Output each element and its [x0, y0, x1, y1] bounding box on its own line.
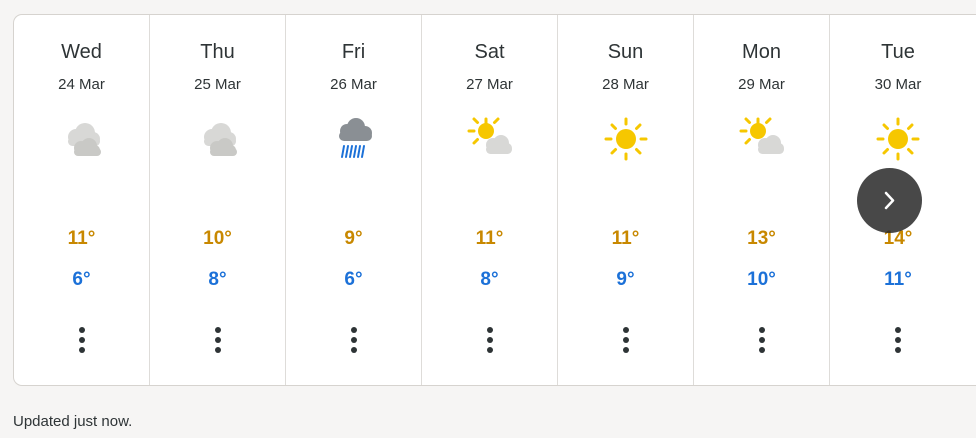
high-temperature: 11°	[67, 228, 96, 249]
sunny-icon	[876, 117, 920, 161]
more-vertical-icon[interactable]	[344, 325, 364, 355]
day-name: Thu	[200, 41, 235, 63]
forecast-day-wed: Wed 24 Mar 11° 6°	[14, 15, 150, 385]
forecast-day-fri: Fri 26 Mar 9° 6°	[286, 15, 422, 385]
forecast-day-mon: Mon 29 Mar 13° 10°	[694, 15, 830, 385]
more-vertical-icon[interactable]	[480, 325, 500, 355]
more-vertical-icon[interactable]	[72, 325, 92, 355]
partly-sunny-icon	[739, 117, 784, 154]
day-date: 24 Mar	[58, 76, 105, 93]
forecast-day-thu: Thu 25 Mar 10° 8°	[150, 15, 286, 385]
low-temperature: 8°	[208, 269, 227, 290]
next-button[interactable]	[857, 168, 922, 233]
chevron-right-icon	[884, 191, 895, 210]
day-name: Tue	[881, 41, 915, 63]
low-temperature: 6°	[72, 269, 91, 290]
rain-icon	[339, 118, 372, 158]
day-date: 25 Mar	[194, 76, 241, 93]
more-vertical-icon[interactable]	[888, 325, 908, 355]
forecast-day-sat: Sat 27 Mar 11° 8°	[422, 15, 558, 385]
day-date: 30 Mar	[874, 76, 922, 93]
cloudy-icon	[204, 123, 237, 156]
more-vertical-icon[interactable]	[752, 325, 772, 355]
low-temperature: 9°	[616, 269, 635, 290]
day-date: 26 Mar	[330, 76, 377, 93]
forecast-card: Wed 24 Mar 11° 6° Thu 25 Mar 10° 8° Fri …	[13, 14, 976, 386]
cloudy-icon	[68, 123, 101, 156]
partly-sunny-icon	[467, 117, 512, 154]
forecast-day-sun: Sun 28 Mar 11° 9°	[558, 15, 694, 385]
high-temperature: 9°	[344, 228, 363, 249]
day-name: Sun	[607, 41, 644, 63]
high-temperature: 10°	[203, 228, 232, 249]
high-temperature: 13°	[747, 228, 776, 249]
high-temperature: 11°	[475, 228, 504, 249]
low-temperature: 10°	[747, 269, 776, 290]
day-date: 27 Mar	[466, 76, 513, 93]
day-name: Sat	[474, 41, 505, 63]
day-name: Wed	[61, 41, 102, 63]
low-temperature: 6°	[344, 269, 363, 290]
day-name: Mon	[742, 41, 781, 63]
update-status: Updated just now.	[13, 413, 133, 430]
day-name: Fri	[341, 41, 366, 63]
day-date: 28 Mar	[602, 76, 649, 93]
day-date: 29 Mar	[738, 76, 785, 93]
more-vertical-icon[interactable]	[208, 325, 228, 355]
more-vertical-icon[interactable]	[616, 325, 636, 355]
sunny-icon	[604, 117, 648, 161]
high-temperature: 11°	[611, 228, 640, 249]
low-temperature: 8°	[480, 269, 499, 290]
low-temperature: 11°	[884, 269, 912, 290]
